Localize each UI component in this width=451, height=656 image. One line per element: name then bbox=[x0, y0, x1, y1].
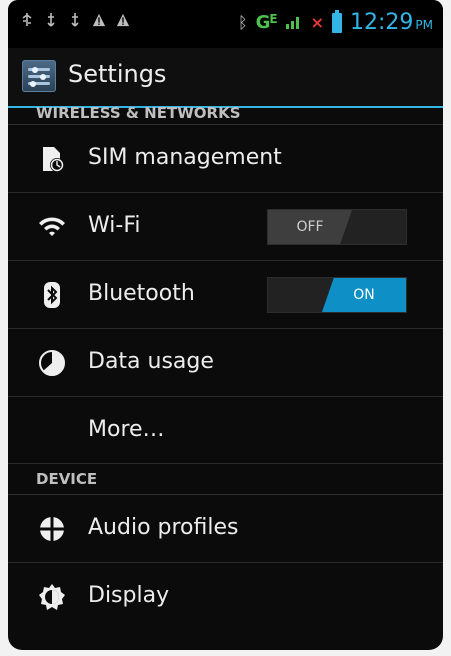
section-wireless-networks: WIRELESS & NETWORKS bbox=[8, 106, 443, 125]
data-usage-icon bbox=[36, 347, 68, 379]
signal-icon bbox=[285, 12, 303, 34]
bluetooth-label: Bluetooth bbox=[88, 281, 195, 306]
wifi-label: Wi-Fi bbox=[88, 213, 141, 238]
audio-profiles-label: Audio profiles bbox=[88, 515, 239, 540]
more-label: More… bbox=[88, 417, 165, 442]
sim-management-label: SIM management bbox=[88, 145, 282, 170]
audio-profiles-icon bbox=[36, 513, 68, 545]
usb-icon bbox=[20, 12, 34, 28]
bluetooth-icon bbox=[36, 279, 68, 311]
data-usage-label: Data usage bbox=[88, 349, 214, 374]
bluetooth-toggle-knob: ON bbox=[322, 278, 406, 312]
wifi-icon bbox=[36, 211, 68, 243]
wifi-toggle-knob: OFF bbox=[268, 210, 352, 244]
wifi-toggle[interactable]: OFF bbox=[267, 209, 407, 245]
status-notifications bbox=[20, 12, 130, 28]
display-row[interactable]: Display bbox=[8, 563, 443, 630]
wifi-row[interactable]: Wi-Fi OFF bbox=[8, 193, 443, 261]
status-bar: ᛒ GE × 12:29 PM bbox=[8, 0, 443, 48]
display-label: Display bbox=[88, 583, 170, 608]
section-device: DEVICE bbox=[8, 464, 443, 495]
display-icon bbox=[36, 581, 68, 613]
audio-profiles-row[interactable]: Audio profiles bbox=[8, 495, 443, 563]
battery-icon bbox=[332, 9, 342, 33]
phone-screen: ᛒ GE × 12:29 PM Settings WIRELESS & NETW… bbox=[8, 0, 443, 650]
data-usage-row[interactable]: Data usage bbox=[8, 329, 443, 397]
sim-management-row[interactable]: SIM management bbox=[8, 125, 443, 193]
bluetooth-status-icon: ᛒ bbox=[238, 13, 248, 32]
status-right: ᛒ GE × 12:29 PM bbox=[238, 9, 433, 35]
network-type: GE bbox=[255, 12, 278, 33]
no-call-icon: × bbox=[310, 13, 324, 32]
usb-icon bbox=[68, 12, 82, 28]
action-bar: Settings bbox=[8, 48, 443, 108]
sim-icon bbox=[36, 143, 68, 175]
usb-icon bbox=[44, 12, 58, 28]
settings-app-icon[interactable] bbox=[22, 60, 56, 92]
bluetooth-row[interactable]: Bluetooth ON bbox=[8, 261, 443, 329]
warning-icon bbox=[116, 12, 130, 28]
page-title: Settings bbox=[68, 60, 167, 88]
settings-list: WIRELESS & NETWORKS SIM management Wi-Fi… bbox=[8, 106, 443, 630]
warning-icon bbox=[92, 12, 106, 28]
bluetooth-toggle[interactable]: ON bbox=[267, 277, 407, 313]
status-time: 12:29 PM bbox=[350, 10, 433, 35]
more-row[interactable]: More… bbox=[8, 397, 443, 464]
